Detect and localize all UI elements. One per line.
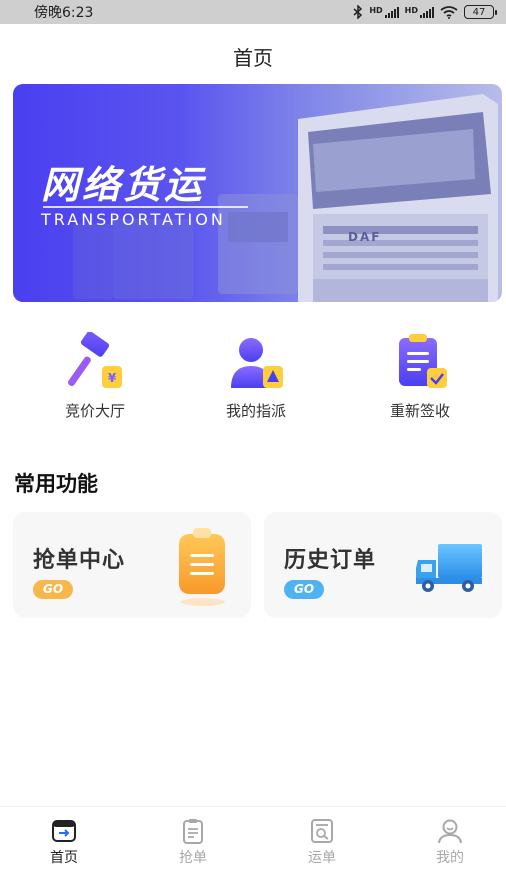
banner-subtitle: TRANSPORTATION (41, 210, 226, 229)
action-re-sign[interactable]: 重新签收 (360, 332, 480, 421)
gavel-icon: ¥ (67, 332, 122, 388)
banner-divider (43, 206, 248, 208)
truck-brand-label: DAF (348, 230, 382, 244)
battery-indicator: 47 (464, 5, 497, 19)
status-icons: HD HD 47 (353, 5, 497, 19)
card-history-orders[interactable]: 历史订单 GO (264, 512, 502, 618)
tab-order-grab[interactable]: 抢单 (153, 817, 233, 867)
svg-text:¥: ¥ (108, 371, 117, 385)
section-title-common: 常用功能 (14, 472, 98, 496)
waybill-search-icon (311, 819, 333, 843)
banner[interactable]: DAF 网络货运 TRANSPORTATION (13, 84, 502, 302)
go-badge: GO (33, 580, 74, 599)
tab-profile[interactable]: 我的 (410, 817, 490, 867)
sign-clipboard-icon (399, 334, 447, 388)
signal-icon-1: HD (369, 6, 399, 18)
tab-waybill[interactable]: 运单 (282, 817, 362, 867)
home-icon (52, 820, 76, 842)
clipboard-icon (179, 528, 225, 606)
action-bidding-hall[interactable]: ¥ 竞价大厅 (35, 332, 155, 421)
tab-home[interactable]: 首页 (24, 817, 104, 867)
quick-actions: ¥ 竞价大厅 我的指派 重新签收 (0, 332, 506, 432)
action-my-assignment[interactable]: 我的指派 (196, 332, 316, 421)
page-title: 首页 (233, 46, 273, 70)
wifi-icon (440, 5, 458, 19)
status-time: 傍晚6:23 (34, 5, 94, 21)
banner-title: 网络货运 (41, 163, 206, 207)
bluetooth-icon (353, 5, 363, 19)
truck-icon (416, 544, 482, 592)
status-bar: 傍晚6:23 HD HD 47 (0, 0, 506, 24)
go-badge: GO (284, 580, 325, 599)
card-order-grab-center[interactable]: 抢单中心 GO (13, 512, 251, 618)
tab-bar: 首页 抢单 运单 我的 (0, 806, 506, 872)
signal-icon-2: HD (405, 6, 434, 18)
assign-person-icon (231, 338, 283, 388)
order-grab-icon (183, 819, 203, 844)
profile-icon (438, 819, 462, 844)
